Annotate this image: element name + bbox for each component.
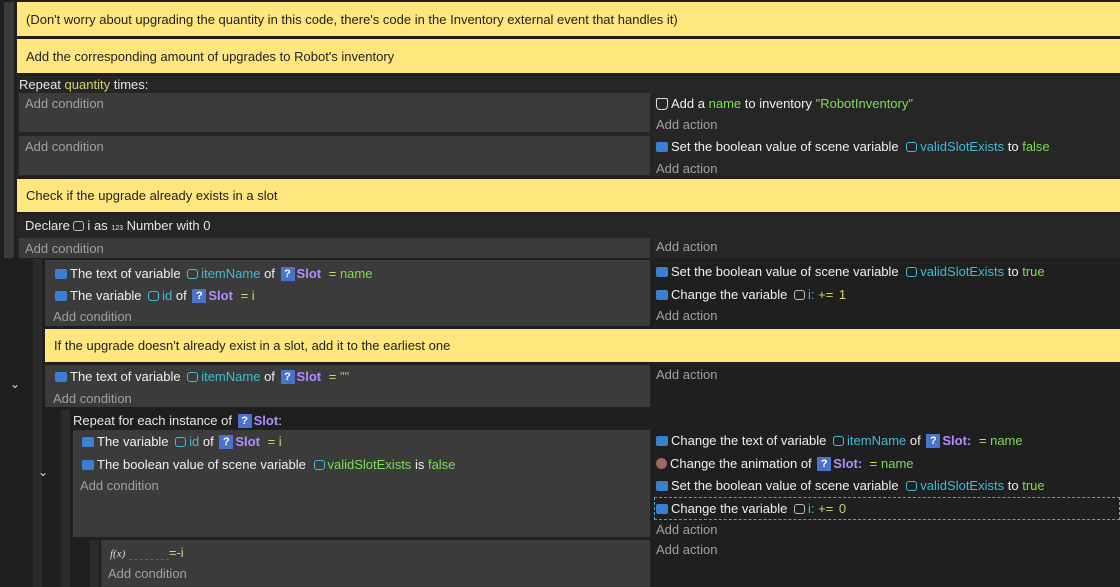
add-action-button[interactable]: Add action — [656, 308, 717, 324]
variable-icon — [55, 371, 67, 382]
variable-icon — [656, 141, 668, 152]
invalid-expression-placeholder[interactable] — [128, 548, 169, 560]
collapse-chevron-icon[interactable]: ⌄ — [38, 465, 48, 479]
add-condition-button[interactable]: Add condition — [25, 139, 104, 155]
declare-variable[interactable]: Declare i as 123 Number with 0 — [25, 218, 210, 237]
subevent-indent-bar — [90, 540, 99, 587]
variable-icon — [55, 290, 67, 301]
object-icon: ? — [280, 266, 295, 281]
object-icon: ? — [237, 413, 252, 428]
conditions-panel[interactable] — [19, 238, 650, 258]
add-action-button[interactable]: Add action — [656, 239, 717, 255]
add-action-button[interactable]: Add action — [656, 542, 717, 558]
object-icon: ? — [192, 288, 207, 303]
repeat-header[interactable]: Repeat quantity times: — [19, 77, 148, 93]
action-set-boolean[interactable]: Set the boolean value of scene variable … — [656, 478, 1045, 494]
number-type-icon: 123 — [111, 225, 123, 232]
action-add-to-inventory[interactable]: Add a name to inventory "RobotInventory" — [656, 96, 913, 112]
conditions-panel[interactable] — [19, 93, 650, 132]
add-condition-button[interactable]: Add condition — [53, 391, 132, 407]
event-gutter — [4, 2, 14, 258]
object-icon: ? — [926, 433, 941, 448]
add-condition-button[interactable]: Add condition — [80, 478, 159, 494]
action-set-boolean[interactable]: Set the boolean value of scene variable … — [656, 264, 1045, 280]
comment-4[interactable]: If the upgrade doesn't already exist in … — [45, 329, 1120, 362]
function-icon: f(x) — [110, 548, 126, 560]
local-variable-icon — [793, 503, 805, 514]
object-variable-icon — [148, 290, 160, 301]
action-change-variable[interactable]: Change the variable i: += 1 — [656, 287, 846, 303]
add-condition-button[interactable]: Add condition — [25, 96, 104, 112]
object-icon: ? — [817, 456, 832, 471]
object-icon: ? — [280, 369, 295, 384]
object-variable-icon — [187, 268, 199, 279]
scene-variable-icon — [313, 459, 325, 470]
scene-variable-icon — [906, 266, 918, 277]
collapse-chevron-icon[interactable]: ⌄ — [10, 377, 20, 391]
variable-icon — [656, 289, 668, 300]
object-variable-icon — [187, 371, 199, 382]
add-action-button[interactable]: Add action — [656, 367, 717, 383]
condition-variable-id[interactable]: The variable id of ? Slot = i — [82, 434, 282, 450]
local-variable-icon — [793, 289, 805, 300]
condition-text-of-variable[interactable]: The text of variable itemName of ? Slot =… — [55, 369, 349, 385]
action-change-animation[interactable]: Change the animation of ? Slot: = name — [656, 456, 914, 472]
scene-variable-icon — [906, 141, 918, 152]
variable-icon — [82, 436, 94, 447]
condition-text-of-variable[interactable]: The text of variable itemName of ? Slot =… — [55, 266, 372, 282]
object-variable-icon — [833, 435, 845, 446]
variable-icon — [656, 435, 668, 446]
action-change-variable[interactable]: Change the variable i: += 0 — [656, 501, 846, 517]
variable-icon — [656, 503, 668, 514]
variable-icon — [82, 459, 94, 470]
comment-3[interactable]: Check if the upgrade already exists in a… — [17, 179, 1120, 212]
comment-1[interactable]: (Don't worry about upgrading the quantit… — [17, 2, 1120, 36]
condition-variable-id[interactable]: The variable id of ? Slot = i — [55, 288, 255, 304]
comment-2[interactable]: Add the corresponding amount of upgrades… — [17, 39, 1120, 73]
add-condition-button[interactable]: Add condition — [53, 309, 132, 325]
subevent-indent-bar — [61, 410, 70, 587]
add-condition-button[interactable]: Add condition — [25, 241, 104, 257]
inventory-icon — [656, 97, 668, 110]
add-condition-button[interactable]: Add condition — [108, 566, 187, 582]
condition-expression[interactable]: f(x) =-i — [110, 545, 184, 562]
action-set-boolean[interactable]: Set the boolean value of scene variable … — [656, 139, 1050, 155]
variable-icon — [656, 480, 668, 491]
animation-icon — [656, 458, 667, 470]
comment-text: If the upgrade doesn't already exist in … — [54, 338, 451, 353]
conditions-panel[interactable] — [19, 136, 650, 175]
object-variable-icon — [175, 436, 187, 447]
local-variable-icon — [73, 220, 85, 231]
variable-icon — [55, 268, 67, 279]
add-action-button[interactable]: Add action — [656, 161, 717, 177]
variable-icon — [656, 266, 668, 277]
scene-variable-icon — [906, 480, 918, 491]
subevent-indent-bar — [33, 259, 42, 587]
object-icon: ? — [219, 434, 234, 449]
add-action-button[interactable]: Add action — [656, 522, 717, 538]
add-action-button[interactable]: Add action — [656, 117, 717, 133]
comment-text: (Don't worry about upgrading the quantit… — [26, 11, 678, 27]
comment-text: Check if the upgrade already exists in a… — [26, 188, 278, 203]
repeat-count-var: quantity — [64, 77, 111, 92]
comment-text: Add the corresponding amount of upgrades… — [26, 48, 395, 64]
foreach-header[interactable]: Repeat for each instance of ? Slot: — [73, 413, 282, 429]
condition-boolean-value[interactable]: The boolean value of scene variable vali… — [82, 457, 455, 473]
action-change-text[interactable]: Change the text of variable itemName of … — [656, 433, 1023, 449]
